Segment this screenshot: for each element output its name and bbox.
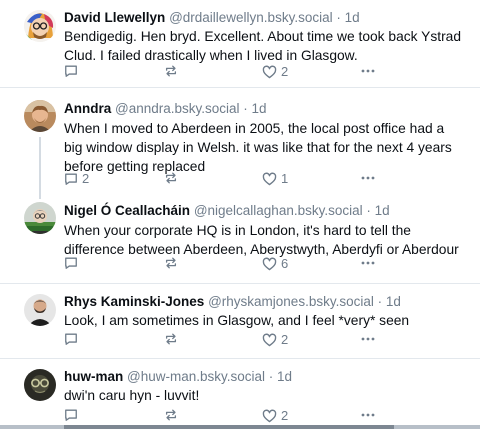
- ellipsis-icon: [360, 171, 376, 185]
- scrollbar-thumb[interactable]: [64, 425, 394, 429]
- post-time[interactable]: · 1d: [243, 101, 266, 116]
- post-text: Bendigedig. Hen bryd. Excellent. About t…: [64, 29, 462, 63]
- ellipsis-icon: [360, 256, 376, 270]
- post-header: huw-man @huw-man.bsky.social · 1d: [64, 368, 462, 386]
- like-button[interactable]: 2: [262, 332, 288, 347]
- repost-button[interactable]: [164, 171, 182, 185]
- author-handle[interactable]: @rhyskamjones.bsky.social: [208, 294, 374, 309]
- author-name[interactable]: David Llewellyn: [64, 10, 165, 25]
- author-name[interactable]: Nigel Ó Ceallacháin: [64, 203, 190, 218]
- like-count: 2: [281, 408, 289, 423]
- repost-button[interactable]: [164, 256, 182, 270]
- avatar[interactable]: [24, 100, 56, 132]
- repost-button[interactable]: [164, 408, 182, 422]
- post-item[interactable]: David Llewellyn @drdaillewellyn.bsky.soc…: [0, 0, 480, 87]
- heart-icon: [262, 409, 277, 423]
- speech-bubble-icon: [64, 256, 78, 270]
- repost-arrows-icon: [164, 171, 178, 185]
- like-count: 2: [281, 64, 289, 79]
- speech-bubble-icon: [64, 408, 78, 422]
- post-actions: 2 1: [64, 171, 394, 189]
- post-header: Nigel Ó Ceallacháin @nigelcallaghan.bsky…: [64, 202, 462, 220]
- repost-arrows-icon: [164, 332, 178, 346]
- ellipsis-icon: [360, 332, 376, 346]
- like-count: 6: [281, 256, 289, 271]
- ellipsis-icon: [360, 64, 376, 78]
- post-item[interactable]: Anndra @anndra.bsky.social · 1d When I m…: [0, 88, 480, 198]
- more-options-button[interactable]: [360, 64, 376, 78]
- reply-button[interactable]: [64, 408, 82, 422]
- like-count: 2: [281, 332, 289, 347]
- post-item[interactable]: Nigel Ó Ceallacháin @nigelcallaghan.bsky…: [0, 198, 480, 283]
- author-handle[interactable]: @huw-man.bsky.social: [127, 369, 265, 384]
- post-text: When your corporate HQ is in London, it'…: [64, 223, 459, 257]
- speech-bubble-icon: [64, 64, 78, 78]
- more-options-button[interactable]: [360, 408, 376, 422]
- post-actions: 2: [64, 64, 394, 82]
- speech-bubble-icon: [64, 172, 78, 186]
- post-header: Rhys Kaminski-Jones @rhyskamjones.bsky.s…: [64, 293, 462, 311]
- speech-bubble-icon: [64, 332, 78, 346]
- horizontal-scrollbar[interactable]: [0, 425, 480, 429]
- like-count: 1: [281, 171, 289, 186]
- post-actions: 6: [64, 256, 394, 274]
- ellipsis-icon: [360, 408, 376, 422]
- post-item[interactable]: huw-man @huw-man.bsky.social · 1d dwi'n …: [0, 359, 480, 425]
- post-time[interactable]: · 1d: [366, 203, 389, 218]
- author-handle[interactable]: @drdaillewellyn.bsky.social: [169, 10, 333, 25]
- author-name[interactable]: huw-man: [64, 369, 123, 384]
- post-header: David Llewellyn @drdaillewellyn.bsky.soc…: [64, 9, 462, 27]
- like-button[interactable]: 1: [262, 171, 288, 186]
- more-options-button[interactable]: [360, 171, 376, 185]
- avatar[interactable]: [24, 294, 56, 326]
- repost-arrows-icon: [164, 256, 178, 270]
- post-item[interactable]: Rhys Kaminski-Jones @rhyskamjones.bsky.s…: [0, 284, 480, 358]
- repost-button[interactable]: [164, 332, 182, 346]
- repost-button[interactable]: [164, 64, 182, 78]
- post-actions: 2: [64, 408, 394, 426]
- author-handle[interactable]: @anndra.bsky.social: [115, 101, 240, 116]
- heart-icon: [262, 172, 277, 186]
- avatar[interactable]: [24, 202, 56, 234]
- post-actions: 2: [64, 332, 394, 350]
- post-header: Anndra @anndra.bsky.social · 1d: [64, 100, 462, 118]
- post-time[interactable]: · 1d: [378, 294, 401, 309]
- repost-arrows-icon: [164, 64, 178, 78]
- like-button[interactable]: 2: [262, 408, 288, 423]
- avatar[interactable]: [24, 369, 56, 401]
- heart-icon: [262, 65, 277, 79]
- like-button[interactable]: 6: [262, 256, 288, 271]
- post-time[interactable]: · 1d: [336, 10, 359, 25]
- author-name[interactable]: Anndra: [64, 101, 111, 116]
- repost-arrows-icon: [164, 408, 178, 422]
- reply-count: 2: [82, 171, 90, 186]
- reply-button[interactable]: [64, 64, 82, 78]
- reply-button[interactable]: 2: [64, 171, 89, 186]
- post-text: Look, I am sometimes in Glasgow, and I f…: [64, 313, 410, 328]
- reply-button[interactable]: [64, 332, 82, 346]
- post-text: When I moved to Aberdeen in 2005, the lo…: [64, 121, 452, 174]
- like-button[interactable]: 2: [262, 64, 288, 79]
- author-name[interactable]: Rhys Kaminski-Jones: [64, 294, 204, 309]
- heart-icon: [262, 257, 277, 271]
- author-handle[interactable]: @nigelcallaghan.bsky.social: [194, 203, 363, 218]
- avatar[interactable]: [24, 10, 56, 42]
- more-options-button[interactable]: [360, 332, 376, 346]
- reply-button[interactable]: [64, 256, 82, 270]
- heart-icon: [262, 333, 277, 347]
- post-text: dwi'n caru hyn - luvvit!: [64, 388, 200, 403]
- post-time[interactable]: · 1d: [269, 369, 292, 384]
- more-options-button[interactable]: [360, 256, 376, 270]
